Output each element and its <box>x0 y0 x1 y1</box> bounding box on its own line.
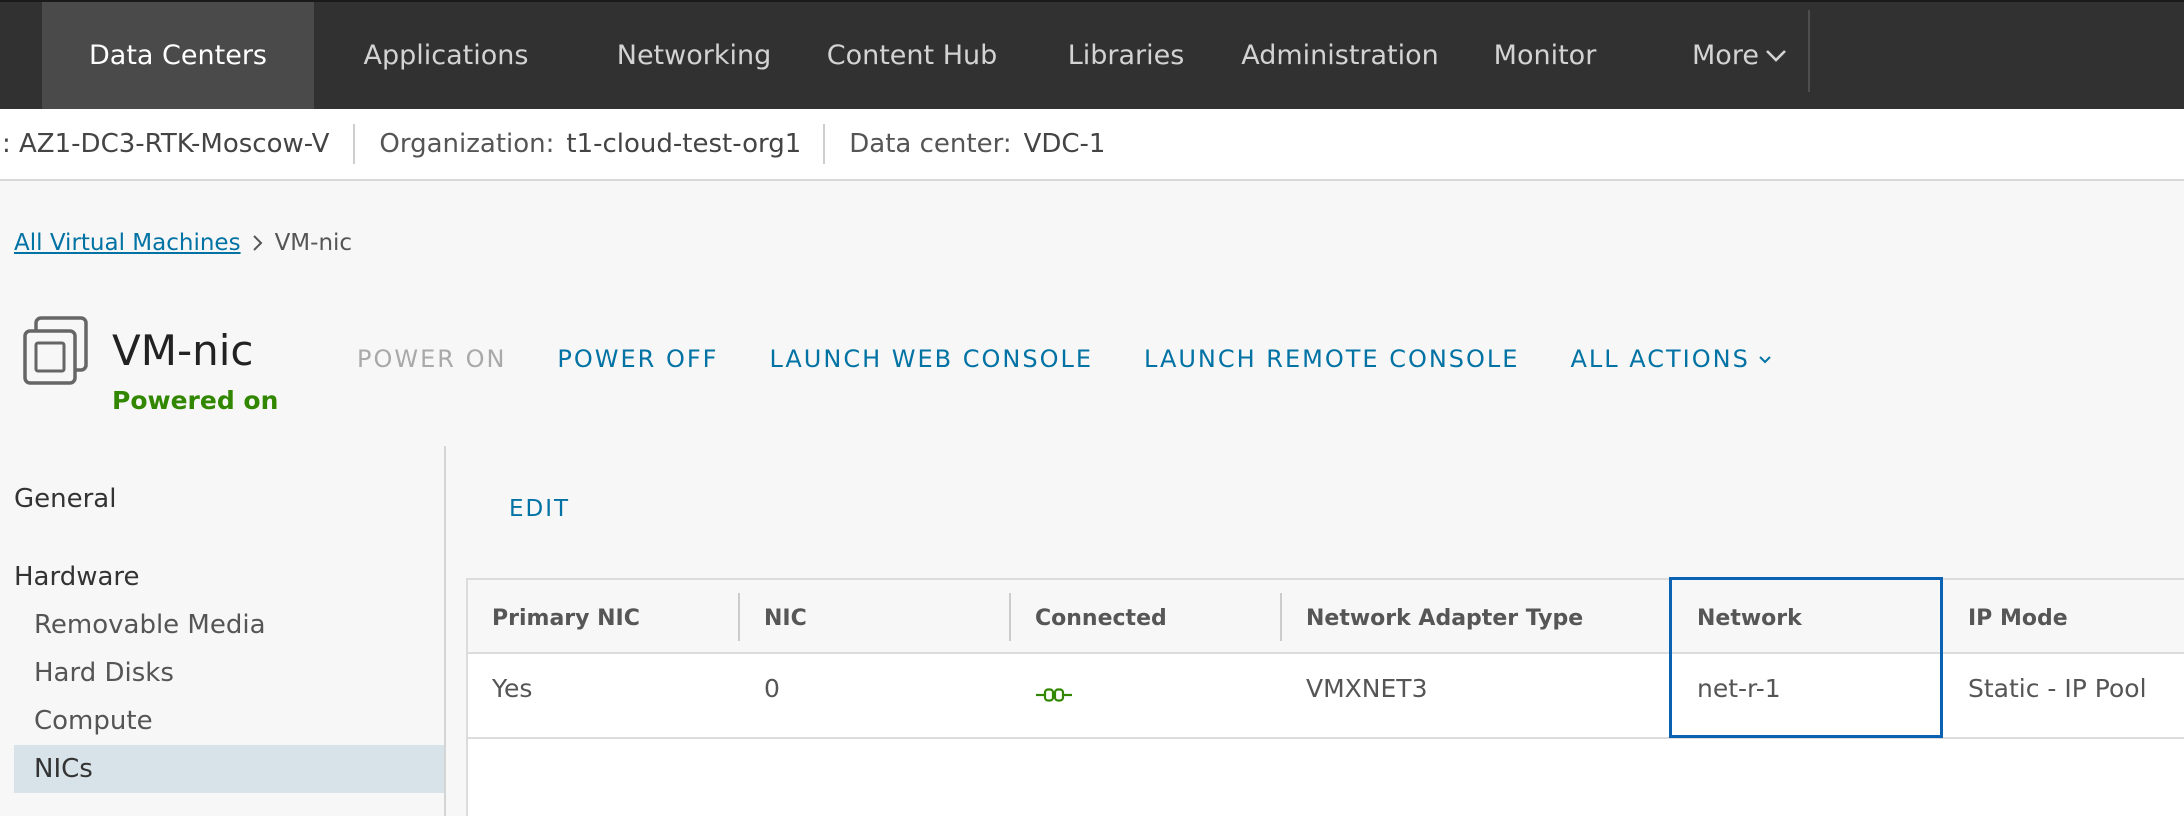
row-divider <box>468 737 2184 739</box>
sidebar-item-compute[interactable]: Compute <box>34 706 153 736</box>
context-site[interactable]: : AZ1-DC3-RTK-Moscow-V <box>0 109 353 179</box>
column-resize-handle[interactable] <box>1280 593 1282 641</box>
chevron-down-icon <box>1759 356 1771 364</box>
nav-label: Monitor <box>1493 40 1597 71</box>
sidebar-item-nics[interactable]: NICs <box>34 754 93 784</box>
vm-name-title: VM-nic <box>112 326 254 375</box>
nav-administration[interactable]: Administration <box>1232 2 1448 109</box>
vm-action-bar: POWER ON POWER OFF LAUNCH WEB CONSOLE LA… <box>357 345 1823 373</box>
chevron-right-icon <box>251 234 265 252</box>
virtual-machine-icon <box>23 316 88 385</box>
context-organization[interactable]: Organization: t1-cloud-test-org1 <box>355 109 823 179</box>
sidebar-item-removable-media[interactable]: Removable Media <box>34 610 266 640</box>
data-center-label: Data center: <box>849 129 1012 159</box>
nav-label: Applications <box>363 40 529 71</box>
all-actions-label: ALL ACTIONS <box>1570 345 1750 373</box>
nav-label: Data Centers <box>89 40 267 71</box>
nav-label: Administration <box>1241 40 1439 71</box>
nav-applications[interactable]: Applications <box>314 2 578 109</box>
table-header: Primary NIC NIC Connected Network Adapte… <box>468 580 2184 654</box>
column-header-connected[interactable]: Connected <box>1035 606 1167 631</box>
sidebar-item-general[interactable]: General <box>14 484 116 514</box>
organization-value: t1-cloud-test-org1 <box>566 129 802 159</box>
chevron-down-icon <box>1766 49 1786 62</box>
nav-content-hub[interactable]: Content Hub <box>788 2 1036 109</box>
column-header-nic[interactable]: NIC <box>764 606 807 631</box>
edit-button[interactable]: EDIT <box>509 496 570 522</box>
nav-divider <box>1808 10 1810 92</box>
breadcrumb: All Virtual Machines VM-nic <box>14 230 352 256</box>
context-bar: : AZ1-DC3-RTK-Moscow-V Organization: t1-… <box>0 109 2184 181</box>
column-header-network[interactable]: Network <box>1697 606 1802 631</box>
cell-nic: 0 <box>764 674 780 703</box>
all-actions-dropdown[interactable]: ALL ACTIONS <box>1570 345 1771 373</box>
cell-primary-nic: Yes <box>492 674 533 703</box>
column-resize-handle[interactable] <box>1009 593 1011 641</box>
connected-plug-icon <box>1036 688 1072 702</box>
column-resize-handle[interactable] <box>738 593 740 641</box>
cell-adapter-type: VMXNET3 <box>1306 674 1428 703</box>
breadcrumb-link-all-vms[interactable]: All Virtual Machines <box>14 230 241 256</box>
context-data-center[interactable]: Data center: VDC-1 <box>825 109 1105 179</box>
column-header-primary-nic[interactable]: Primary NIC <box>492 606 640 631</box>
nav-monitor[interactable]: Monitor <box>1484 2 1606 109</box>
nav-networking[interactable]: Networking <box>617 2 772 109</box>
power-on-button[interactable]: POWER ON <box>357 345 506 373</box>
vm-power-status: Powered on <box>112 386 279 415</box>
nics-table: Primary NIC NIC Connected Network Adapte… <box>466 578 2184 816</box>
nav-label: Content Hub <box>826 40 998 71</box>
launch-web-console-button[interactable]: LAUNCH WEB CONSOLE <box>769 345 1093 373</box>
sidebar-section-hardware: Hardware <box>14 562 140 592</box>
launch-remote-console-button[interactable]: LAUNCH REMOTE CONSOLE <box>1144 345 1519 373</box>
data-center-value: VDC-1 <box>1023 129 1106 159</box>
nav-data-centers[interactable]: Data Centers <box>42 2 314 109</box>
nav-label: Networking <box>616 40 772 71</box>
nav-label: Libraries <box>1067 40 1185 71</box>
column-header-network-adapter-type[interactable]: Network Adapter Type <box>1306 606 1583 631</box>
cell-network[interactable]: net-r-1 <box>1697 674 1781 703</box>
nav-libraries[interactable]: Libraries <box>1046 2 1206 109</box>
breadcrumb-current: VM-nic <box>274 230 353 256</box>
organization-label: Organization: <box>379 129 555 159</box>
sidebar-divider <box>444 446 446 816</box>
cell-ip-mode: Static - IP Pool <box>1968 674 2147 703</box>
nav-more-label: More <box>1692 40 1759 71</box>
top-navigation: Data Centers Applications Networking Con… <box>0 0 2184 109</box>
nav-more-menu[interactable]: More <box>1692 2 1787 109</box>
power-off-button[interactable]: POWER OFF <box>557 345 718 373</box>
sidebar-item-hard-disks[interactable]: Hard Disks <box>34 658 174 688</box>
column-header-ip-mode[interactable]: IP Mode <box>1968 606 2068 631</box>
site-value: : AZ1-DC3-RTK-Moscow-V <box>2 129 330 159</box>
